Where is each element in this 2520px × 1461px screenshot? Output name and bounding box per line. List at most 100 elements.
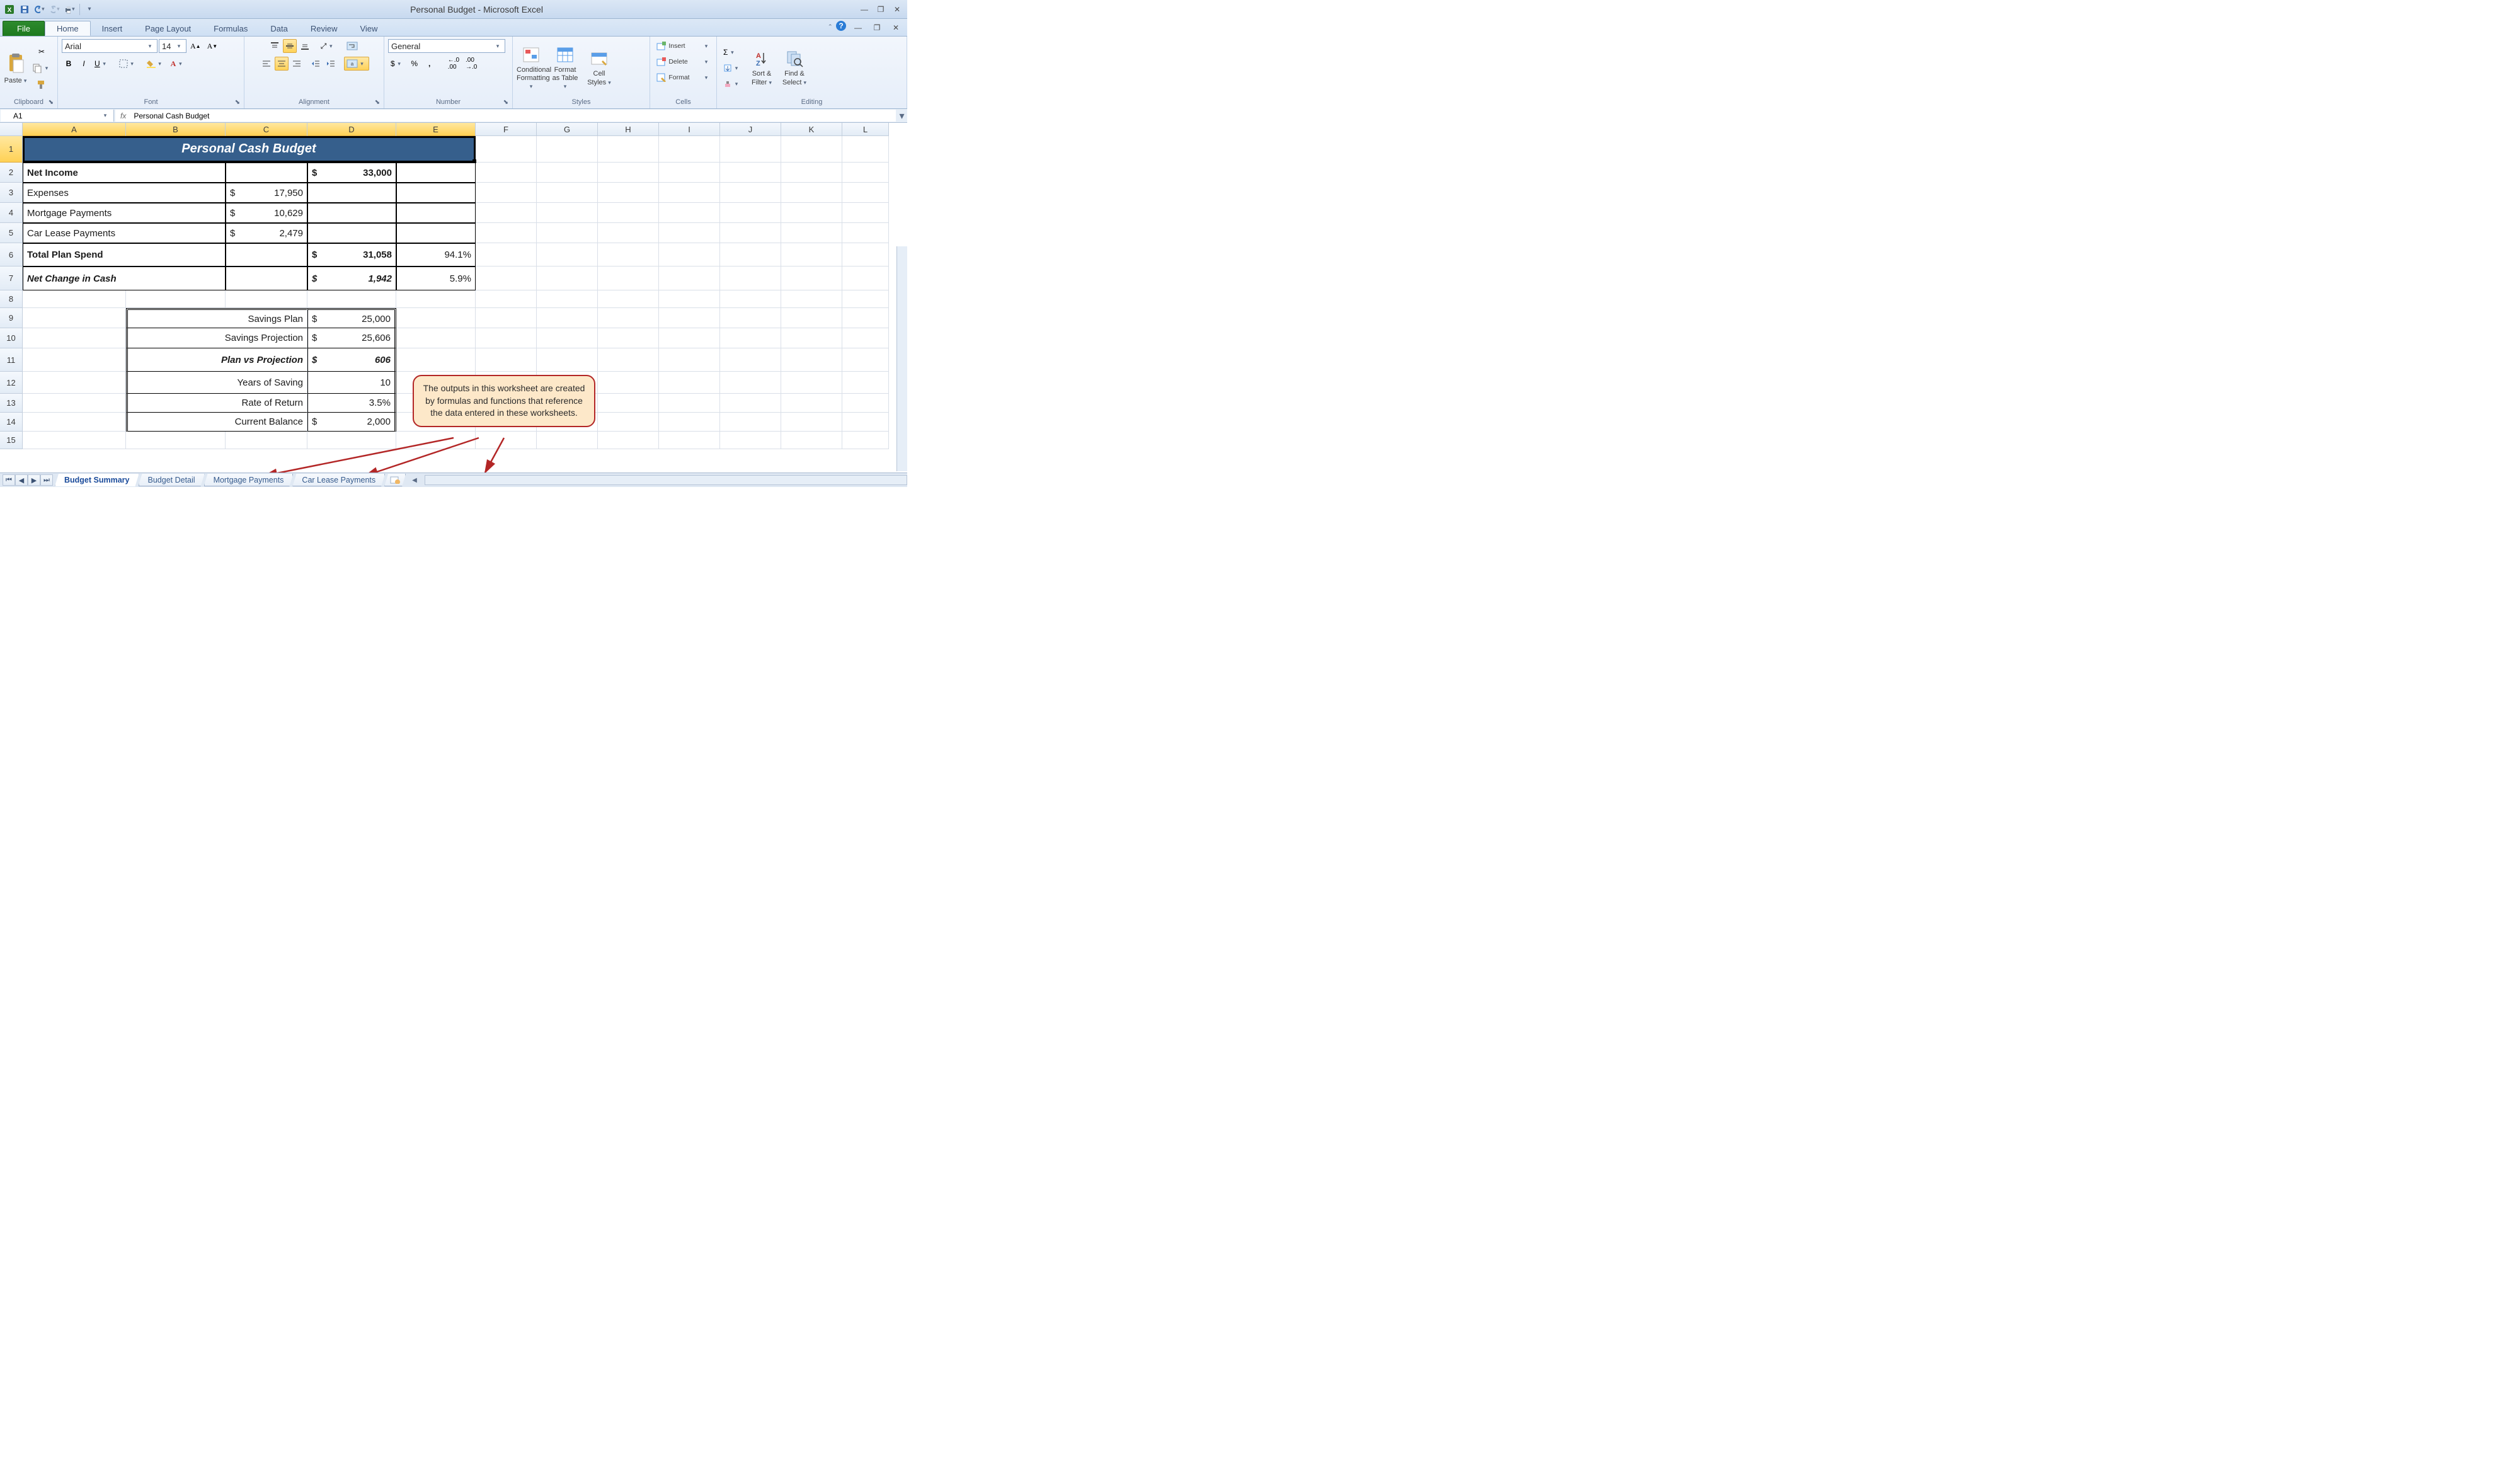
row-header-4[interactable]: 4 [0,203,23,223]
cell-K6[interactable] [781,243,842,266]
format-as-table-button[interactable]: Format as Table ▾ [551,45,580,91]
cell-G7[interactable] [537,266,598,290]
cell-K8[interactable] [781,290,842,308]
cell-D9[interactable]: $25,000 [307,308,396,328]
accounting-format-icon[interactable]: $▾ [388,57,406,71]
row-header-6[interactable]: 6 [0,243,23,266]
dialog-launcher-icon[interactable]: ⬊ [503,99,508,106]
excel-icon[interactable]: X [3,3,16,16]
cell-D13[interactable]: 3.5% [307,394,396,413]
align-right-icon[interactable] [290,57,304,71]
cell-I11[interactable] [659,348,720,372]
cell-B8[interactable] [126,290,226,308]
cell-J11[interactable] [720,348,781,372]
cell-I13[interactable] [659,394,720,413]
select-all-cell[interactable] [0,123,23,136]
cell-F9[interactable] [476,308,537,328]
cell-D3[interactable] [307,183,396,203]
cell-B15[interactable] [126,432,226,449]
cell-K12[interactable] [781,372,842,394]
cell-I1[interactable] [659,136,720,163]
find-select-button[interactable]: Find & Select ▾ [780,49,809,86]
percent-format-icon[interactable]: % [408,57,421,71]
minimize-ribbon-icon[interactable]: ˆ [829,23,832,32]
cell-J7[interactable] [720,266,781,290]
cell-K2[interactable] [781,163,842,183]
column-header-I[interactable]: I [659,123,720,136]
cell-A3[interactable]: Expenses [23,183,226,203]
font-color-button[interactable]: A▾ [168,57,188,71]
cell-L2[interactable] [842,163,889,183]
cell-I14[interactable] [659,413,720,432]
cell-G9[interactable] [537,308,598,328]
cell-D5[interactable] [307,223,396,243]
cell-E15[interactable] [396,432,476,449]
column-header-J[interactable]: J [720,123,781,136]
conditional-formatting-button[interactable]: Conditional Formatting ▾ [517,45,546,91]
row-header-7[interactable]: 7 [0,266,23,290]
cell-D6[interactable]: $31,058 [307,243,396,266]
row-header-2[interactable]: 2 [0,163,23,183]
ribbon-tab-insert[interactable]: Insert [91,21,134,36]
cell-I8[interactable] [659,290,720,308]
column-header-F[interactable]: F [476,123,537,136]
redo-icon[interactable]: ▾ [48,3,62,16]
underline-button[interactable]: U▾ [92,57,112,71]
cell-F7[interactable] [476,266,537,290]
name-box[interactable]: A1 ▾ [1,110,114,122]
cell-C5[interactable]: $2,479 [226,223,307,243]
cell-A1[interactable]: Personal Cash Budget [23,136,476,163]
cell-B10[interactable]: Savings Projection [126,328,307,348]
tab-nav-prev-icon[interactable]: ◀ [15,474,28,486]
cell-B14[interactable]: Current Balance [126,413,307,432]
column-header-L[interactable]: L [842,123,889,136]
cell-H3[interactable] [598,183,659,203]
cell-H1[interactable] [598,136,659,163]
cell-K3[interactable] [781,183,842,203]
cell-G11[interactable] [537,348,598,372]
cell-I7[interactable] [659,266,720,290]
cell-A10[interactable] [23,328,126,348]
cell-G5[interactable] [537,223,598,243]
cell-I2[interactable] [659,163,720,183]
cell-E9[interactable] [396,308,476,328]
cell-J10[interactable] [720,328,781,348]
align-bottom-icon[interactable] [298,39,312,53]
cell-G1[interactable] [537,136,598,163]
cell-J6[interactable] [720,243,781,266]
cell-D11[interactable]: $606 [307,348,396,372]
cell-J14[interactable] [720,413,781,432]
row-header-5[interactable]: 5 [0,223,23,243]
cell-D8[interactable] [307,290,396,308]
delete-cells-button[interactable]: Delete▾ [654,55,713,69]
cell-G3[interactable] [537,183,598,203]
cell-L13[interactable] [842,394,889,413]
cell-F15[interactable] [476,432,537,449]
formula-bar-input[interactable] [131,112,896,120]
cell-A5[interactable]: Car Lease Payments [23,223,226,243]
cell-K10[interactable] [781,328,842,348]
cell-J1[interactable] [720,136,781,163]
row-header-11[interactable]: 11 [0,348,23,372]
cell-D10[interactable]: $25,606 [307,328,396,348]
print-icon[interactable]: ▾ [63,3,77,16]
cell-K4[interactable] [781,203,842,223]
fx-icon[interactable]: fx [120,112,126,120]
clear-button[interactable]: ▾ [721,77,743,91]
cell-H12[interactable] [598,372,659,394]
ribbon-tab-review[interactable]: Review [299,21,349,36]
cell-C6[interactable] [226,243,307,266]
cell-L5[interactable] [842,223,889,243]
ribbon-tab-view[interactable]: View [348,21,389,36]
row-header-10[interactable]: 10 [0,328,23,348]
cell-K7[interactable] [781,266,842,290]
cell-D4[interactable] [307,203,396,223]
decrease-indent-icon[interactable] [309,57,323,71]
vertical-scrollbar[interactable] [896,246,907,471]
cell-J12[interactable] [720,372,781,394]
cell-F1[interactable] [476,136,537,163]
cell-F4[interactable] [476,203,537,223]
column-header-K[interactable]: K [781,123,842,136]
cell-H8[interactable] [598,290,659,308]
expand-formula-bar-icon[interactable]: ▾ [896,109,907,122]
